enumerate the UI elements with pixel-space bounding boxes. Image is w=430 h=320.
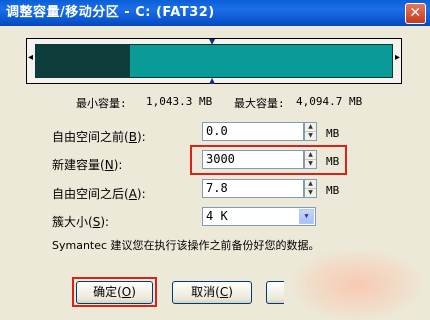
help-button[interactable]	[266, 281, 284, 304]
new-size-input[interactable]: 3000	[202, 150, 304, 169]
close-icon: ✕	[409, 5, 422, 21]
window-title: 调整容量/移动分区 - C: (FAT32)	[6, 5, 215, 20]
free-before-spinner[interactable]: ▲ ▼	[304, 122, 317, 141]
new-size-label: 新建容量(N):	[52, 158, 123, 172]
new-size-spinner[interactable]: ▲ ▼	[304, 150, 317, 169]
free-after-spinner[interactable]: ▲ ▼	[304, 179, 317, 198]
min-size-value: 1,043.3 MB	[146, 95, 213, 108]
spin-up-icon[interactable]: ▲	[305, 151, 316, 160]
free-before-input[interactable]: 0.0	[202, 122, 304, 141]
left-handle-icon[interactable]: ◂	[28, 53, 33, 63]
cancel-button[interactable]: 取消(C)	[172, 281, 252, 304]
spin-down-icon[interactable]: ▼	[305, 132, 316, 141]
spin-up-icon[interactable]: ▲	[305, 180, 316, 189]
used-space-segment	[36, 45, 131, 77]
chevron-down-icon[interactable]: ▼	[299, 209, 314, 224]
partition-map: ▼ ◂ ▸ ▲	[26, 38, 402, 85]
close-button[interactable]: ✕	[405, 3, 426, 24]
title-bar: 调整容量/移动分区 - C: (FAT32) ✕	[0, 0, 430, 26]
partition-bar[interactable]	[35, 44, 393, 78]
max-size-value: 4,094.7 MB	[296, 95, 363, 108]
free-after-input[interactable]: 7.8	[202, 179, 304, 198]
spin-down-icon[interactable]: ▼	[305, 160, 316, 169]
right-handle-icon[interactable]: ▸	[395, 53, 400, 63]
backup-note: Symantec 建议您在执行该操作之前备份好您的数据。	[52, 239, 320, 252]
spin-down-icon[interactable]: ▼	[305, 189, 316, 198]
new-size-unit: MB	[326, 155, 340, 168]
free-after-label: 自由空间之后(A):	[52, 187, 146, 201]
min-size-label: 最小容量:	[76, 97, 127, 110]
free-after-unit: MB	[326, 184, 340, 197]
spin-up-icon[interactable]: ▲	[305, 123, 316, 132]
cluster-size-select[interactable]: 4 K ▼	[202, 207, 316, 226]
cluster-size-label: 簇大小(S):	[52, 215, 110, 229]
free-before-unit: MB	[326, 127, 340, 140]
ok-button[interactable]: 确定(O)	[76, 281, 153, 304]
watermark-blob	[292, 250, 422, 320]
bottom-marker-icon: ▲	[209, 76, 216, 85]
max-size-label: 最大容量:	[234, 97, 285, 110]
free-before-label: 自由空间之前(B):	[52, 130, 146, 144]
cluster-size-value: 4 K	[206, 209, 228, 223]
